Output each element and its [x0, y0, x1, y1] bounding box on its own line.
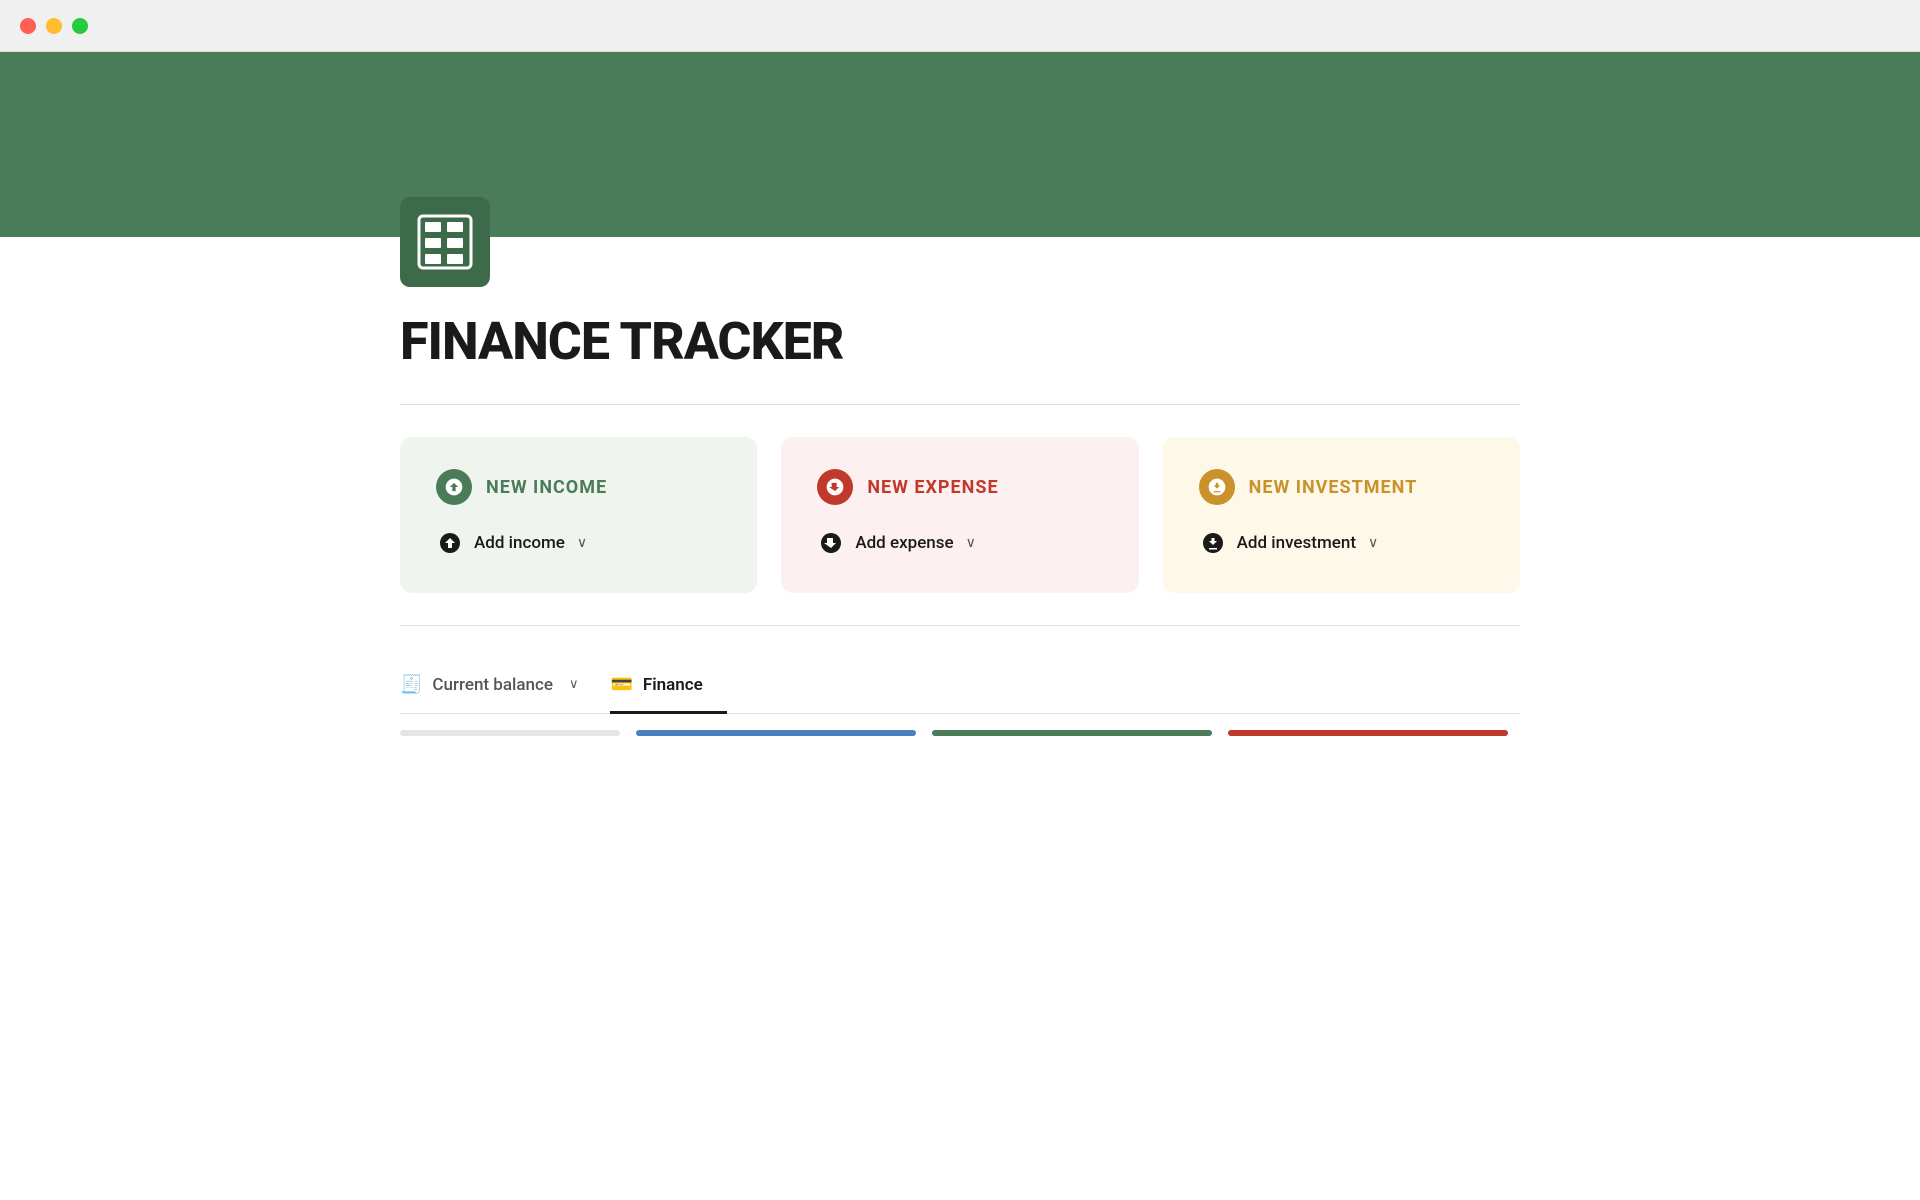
expense-card-title: NEW EXPENSE [867, 477, 998, 498]
title-divider [400, 404, 1520, 405]
expense-action-icon [819, 531, 843, 555]
add-investment-icon [1199, 529, 1227, 557]
maximize-button[interactable] [72, 18, 88, 34]
investment-card: NEW INVESTMENT Add investment ∨ [1163, 437, 1520, 593]
expense-card-header: NEW EXPENSE [817, 469, 1102, 505]
cards-divider [400, 625, 1520, 626]
balance-tab-chevron: ∨ [569, 677, 579, 692]
investment-card-header: NEW INVESTMENT [1199, 469, 1484, 505]
main-content: FINANCE TRACKER NEW INCOME [260, 197, 1660, 736]
download-circle-icon [1207, 477, 1227, 497]
bottom-tabs: 🧾 Current balance ∨ 💳 Finance [400, 658, 1520, 714]
expense-icon [817, 469, 853, 505]
add-expense-button[interactable]: Add expense ∨ [817, 525, 1102, 561]
app-icon-container [400, 197, 1520, 287]
bar-empty [400, 730, 620, 736]
down-circle-icon [825, 477, 845, 497]
bar-red [1228, 730, 1508, 736]
income-chevron-icon: ∨ [577, 535, 587, 551]
income-icon [436, 469, 472, 505]
investment-chevron-icon: ∨ [1368, 535, 1378, 551]
investment-card-title: NEW INVESTMENT [1249, 477, 1418, 498]
cards-grid: NEW INCOME Add income ∨ [400, 437, 1520, 593]
app-icon [400, 197, 490, 287]
investment-action-icon [1201, 531, 1225, 555]
add-income-label: Add income [474, 533, 565, 553]
up-circle-icon [444, 477, 464, 497]
finance-tab-icon: 💳 [610, 674, 632, 695]
tab-current-balance[interactable]: 🧾 Current balance ∨ [400, 658, 602, 714]
add-investment-button[interactable]: Add investment ∨ [1199, 525, 1484, 561]
bar-green [932, 730, 1212, 736]
close-button[interactable] [20, 18, 36, 34]
balance-tab-icon: 🧾 [400, 674, 422, 695]
add-expense-label: Add expense [855, 533, 953, 553]
finance-tab-label: Finance [643, 675, 703, 695]
add-income-button[interactable]: Add income ∨ [436, 525, 721, 561]
income-action-icon [438, 531, 462, 555]
minimize-button[interactable] [46, 18, 62, 34]
income-card-title: NEW INCOME [486, 477, 607, 498]
balance-tab-label: Current balance [432, 675, 553, 695]
window-chrome [0, 0, 1920, 52]
color-bars [400, 730, 1520, 736]
spreadsheet-icon [415, 212, 475, 272]
expense-chevron-icon: ∨ [966, 535, 976, 551]
add-expense-icon [817, 529, 845, 557]
income-card-header: NEW INCOME [436, 469, 721, 505]
add-investment-label: Add investment [1237, 533, 1356, 553]
income-card: NEW INCOME Add income ∨ [400, 437, 757, 593]
tab-finance[interactable]: 💳 Finance [610, 658, 726, 714]
investment-icon [1199, 469, 1235, 505]
page-title: FINANCE TRACKER [400, 311, 1520, 372]
bar-blue [636, 730, 916, 736]
add-income-icon [436, 529, 464, 557]
expense-card: NEW EXPENSE Add expense ∨ [781, 437, 1138, 593]
